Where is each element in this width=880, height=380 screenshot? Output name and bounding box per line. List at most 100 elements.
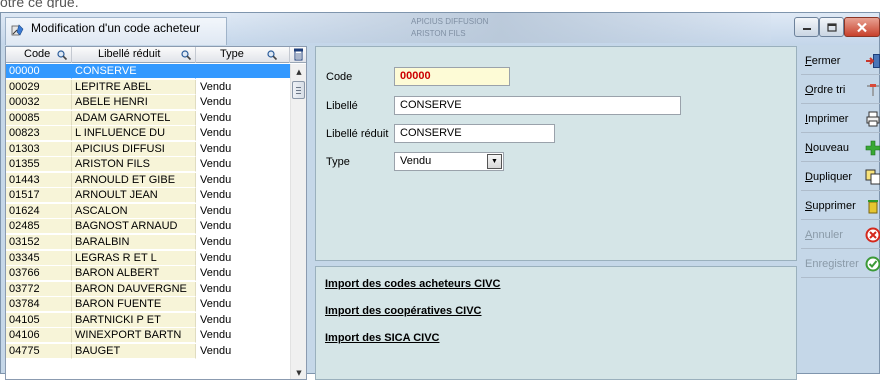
enregistrer-button[interactable]: Enregistrer [801,252,880,278]
table-row[interactable]: 00029 LEPITRE ABEL Vendu [6,79,290,96]
imprimer-label: Imprimer [805,113,849,125]
search-icon[interactable] [56,49,68,61]
cell-code: 02485 [9,220,40,233]
ordre-tri-label: Ordre tri [805,84,846,96]
table-row[interactable]: 03152 BARALBIN Vendu [6,235,290,251]
cell-type: Vendu [200,329,232,342]
table-row[interactable]: 04106 WINEXPORT BARTN Vendu [6,328,290,344]
table-row[interactable]: 03345 LEGRAS R ET L Vendu [6,250,290,267]
background-window-blur: APICIUS DIFFUSION ARISTON FILS [231,13,771,43]
table-row[interactable]: 00085 ADAM GARNOTEL Vendu [6,110,290,127]
import-cooperatives-link[interactable]: Import des coopératives CIVC [325,305,482,317]
search-icon[interactable] [180,49,192,61]
table-row[interactable]: 01624 ASCALON Vendu [6,203,290,220]
table-export-icon [294,48,303,61]
close-icon [857,22,867,32]
table-row[interactable]: 02485 BAGNOST ARNAUD Vendu [6,219,290,235]
import-sica-link[interactable]: Import des SICA CIVC [325,332,440,344]
annuler-button[interactable]: Annuler [801,223,880,249]
cell-type: Vendu [200,282,232,295]
table-row[interactable]: 00823 L INFLUENCE DU Vendu [6,126,290,142]
nouveau-button[interactable]: Nouveau [801,136,880,162]
export-column-button[interactable] [290,47,306,63]
cell-type: Vendu [200,313,232,326]
minimize-button[interactable] [794,17,819,37]
type-select-value: Vendu [400,155,432,167]
cell-code: 03766 [9,267,40,280]
table-row[interactable]: 00000 CONSERVE [6,64,290,80]
cell-code: 03345 [9,251,40,264]
type-select[interactable]: Vendu ▼ [394,152,504,171]
window-title: Modification d'un code acheteur [31,21,201,35]
scroll-thumb[interactable] [292,81,305,99]
ordre-tri-button[interactable]: Ordre tri [801,78,880,104]
cell-code: 03784 [9,298,40,311]
libelle-label: Libellé [326,100,358,112]
code-field[interactable]: 00000 [394,67,510,86]
table-row[interactable]: 03784 BARON FUENTE Vendu [6,297,290,313]
table-row[interactable]: 04105 BARTNICKI P ET Vendu [6,312,290,329]
cell-type: Vendu [200,267,232,280]
libelle-field[interactable]: CONSERVE [394,96,681,115]
save-check-icon [865,256,880,272]
import-panel: Import des codes acheteurs CIVC Import d… [315,266,797,380]
scroll-up-arrow[interactable]: ▲ [291,64,306,80]
dupliquer-button[interactable]: Dupliquer [801,165,880,191]
table-row[interactable]: 01355 ARISTON FILS Vendu [6,157,290,173]
cell-type: Vendu [200,127,232,140]
table-row[interactable]: 01517 ARNOULT JEAN Vendu [6,188,290,204]
code-label: Code [326,71,353,83]
cell-libelle: BARON ALBERT [75,267,160,280]
cell-libelle: LEGRAS R ET L [75,251,157,264]
close-window-button[interactable] [844,17,880,37]
column-header-libelle[interactable]: Libellé réduit [72,47,196,63]
column-label-type: Type [220,48,244,60]
table-row[interactable]: 03766 BARON ALBERT Vendu [6,266,290,282]
fermer-button[interactable]: Fermer [801,49,880,75]
table-row[interactable]: 04775 BAUGET Vendu [6,343,290,360]
background-window-text: otre ce grue. [0,0,79,8]
cell-type: Vendu [200,344,232,357]
cell-code: 01624 [9,204,40,217]
search-icon[interactable] [266,49,278,61]
import-acheteurs-link[interactable]: Import des codes acheteurs CIVC [325,278,500,290]
cell-type: Vendu [200,204,232,217]
cell-libelle: ABELE HENRI [75,96,148,109]
table-row[interactable]: 01443 ARNOULD ET GIBE Vendu [6,172,290,189]
cell-code: 00032 [9,96,40,109]
scroll-down-arrow[interactable]: ▼ [291,365,306,379]
blur-text-2: ARISTON FILS [411,29,466,38]
duplicate-icon [865,169,880,185]
trash-icon [868,200,878,214]
cell-libelle: ARNOULT JEAN [75,189,158,202]
cell-code: 01355 [9,158,40,171]
supprimer-button[interactable]: Supprimer [801,194,880,220]
cell-type: Vendu [200,298,232,311]
cell-libelle: LEPITRE ABEL [75,80,152,93]
cell-libelle: BAGNOST ARNAUD [75,220,178,233]
imprimer-button[interactable]: Imprimer [801,107,880,133]
cell-type: Vendu [200,80,232,93]
column-header-type[interactable]: Type [196,47,290,63]
cell-code: 04775 [9,344,40,357]
cancel-icon [865,227,880,243]
fermer-label: Fermer [805,55,841,67]
cell-code: 01303 [9,142,40,155]
cell-libelle: ARISTON FILS [75,158,150,171]
cell-code: 03152 [9,236,40,249]
cell-libelle: BARALBIN [75,236,130,249]
nouveau-label: Nouveau [805,142,850,154]
column-header-code[interactable]: Code [6,47,72,63]
table-row[interactable]: 00032 ABELE HENRI Vendu [6,95,290,111]
chevron-down-icon[interactable]: ▼ [487,154,502,169]
cell-type: Vendu [200,189,232,202]
libelle-reduit-field[interactable]: CONSERVE [394,124,555,143]
app-icon [11,24,24,36]
cell-code: 00000 [9,65,40,77]
grid-scrollbar[interactable]: ▲ ▼ [290,64,306,379]
cell-code: 00085 [9,111,40,124]
table-row[interactable]: 01303 APICIUS DIFFUSI Vendu [6,141,290,158]
table-row[interactable]: 03772 BARON DAUVERGNE Vendu [6,281,290,298]
cell-code: 03772 [9,282,40,295]
maximize-button[interactable] [819,17,844,37]
